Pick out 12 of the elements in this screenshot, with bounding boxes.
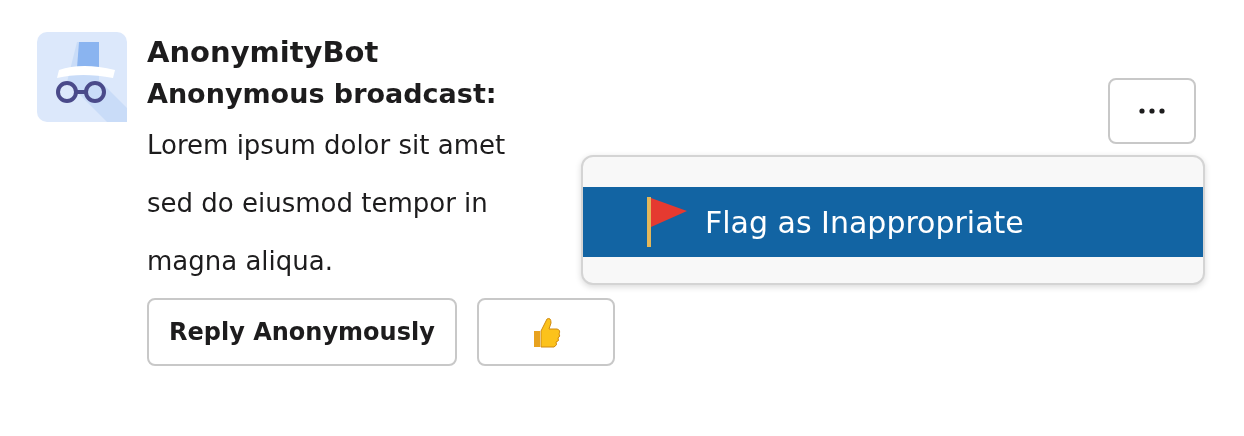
message-line: magna aliqua. xyxy=(147,245,333,278)
more-actions-button[interactable] xyxy=(1108,78,1196,144)
more-icon xyxy=(1139,108,1165,114)
thumbs-up-button[interactable] xyxy=(476,298,615,366)
incognito-avatar-icon xyxy=(37,32,127,122)
message-line: Lorem ipsum dolor sit amet xyxy=(147,129,506,162)
flag-menu-item[interactable]: Flag as Inappropriate xyxy=(583,187,1203,257)
message-line: sed do eiusmod tempor in xyxy=(147,187,488,220)
message-heading: Anonymous broadcast: xyxy=(147,77,497,111)
flag-icon xyxy=(645,195,689,249)
sender-name: AnonymityBot xyxy=(147,34,379,71)
reply-button[interactable]: Reply Anonymously xyxy=(147,298,457,366)
